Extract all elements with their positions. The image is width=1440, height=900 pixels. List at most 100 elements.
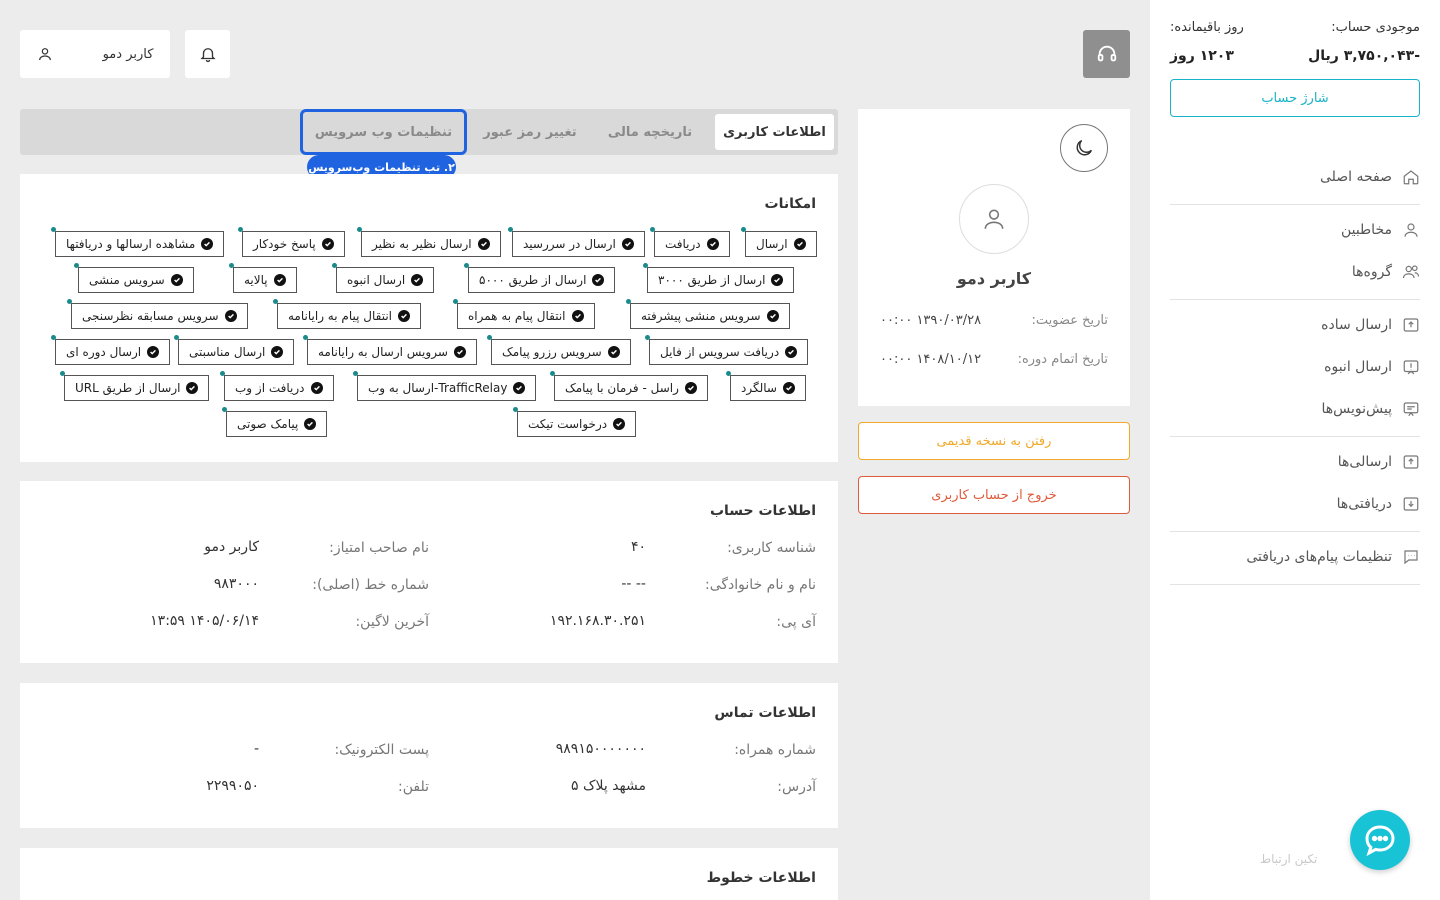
divider (1170, 299, 1420, 300)
status-dot (464, 263, 469, 268)
feature-chip: انتقال پیام به رایانامه (273, 299, 421, 329)
check-icon (186, 382, 199, 394)
ip-value: ۱۹۲.۱۶۸.۳۰.۲۵۱ (549, 613, 646, 629)
feature-chip: پالایه (229, 263, 297, 293)
feature-chip: راسل - فرمان با پیامک (550, 371, 708, 401)
feature-chip: سرویس منشی پیشرفته (626, 299, 790, 329)
check-icon (571, 310, 584, 322)
feature-chip-label: درخواست تیکت (528, 417, 608, 431)
days-label: روز باقیمانده: (1170, 20, 1244, 35)
tab-change-password[interactable]: تغییر رمز عبور (475, 114, 585, 150)
feature-chip: دریافت سرویس از فایل (645, 335, 809, 365)
last-login-label: آخرین لاگین: (355, 614, 429, 630)
feature-chip: درخواست تیکت (513, 407, 637, 437)
tab-user-info[interactable]: اطلاعات کاربری (715, 114, 834, 150)
days-value: ۱۲۰۳ روز (1170, 48, 1234, 64)
account-info-card: اطلاعات حساب شناسه کاربری: ۴۰ نام صاحب ا… (20, 481, 838, 663)
feature-chip: انتقال پیام به همراه (453, 299, 595, 329)
sidebar-item-label: ارسال انبوه (1324, 359, 1392, 375)
feature-chip-label: دریافت سرویس از فایل (660, 345, 780, 359)
tab-bar: اطلاعات کاربری تاریخچه مالی تغییر رمز عب… (20, 109, 838, 155)
email-value: - (253, 741, 259, 757)
status-dot (353, 371, 358, 376)
check-icon (224, 310, 237, 322)
feature-chip-label: ارسال از طریق ۳۰۰۰ (658, 273, 766, 287)
check-icon (477, 238, 490, 250)
feature-chip-label: ارسال (756, 237, 788, 251)
divider (1170, 531, 1420, 532)
balance-values: -۳,۷۵۰,۰۴۳ ریال ۱۲۰۳ روز (1170, 48, 1420, 64)
balance-labels: موجودی حساب: روز باقیمانده: (1170, 20, 1420, 35)
support-button[interactable] (1083, 30, 1130, 78)
sidebar-item-home[interactable]: صفحه اصلی (1190, 165, 1420, 189)
mobile-label: شماره همراه: (734, 742, 816, 758)
feature-chip-label: انتقال پیام به همراه (468, 309, 566, 323)
feature-chip: ارسال (741, 227, 817, 257)
sidebar-item-label: صفحه اصلی (1319, 169, 1392, 185)
notifications-button[interactable] (185, 30, 230, 78)
feature-chip-label: مشاهده ارسالها و دریافتها (66, 237, 196, 251)
sidebar-item-inbox[interactable]: دریافتی‌ها (1190, 492, 1420, 516)
outbox-icon (1403, 455, 1419, 469)
moon-icon (1076, 139, 1093, 156)
status-dot (332, 263, 337, 268)
user-icon (1404, 223, 1418, 237)
owner-label: نام صاحب امتیاز: (329, 540, 429, 556)
sidebar-item-label: گروه‌ها (1351, 264, 1392, 280)
line-label: شماره خط (اصلی): (312, 577, 429, 593)
member-since-value: ۱۳۹۰/۰۳/۲۸ ۰۰:۰۰ (880, 313, 982, 328)
status-dot (487, 335, 492, 340)
sidebar-item-outbox[interactable]: ارسالی‌ها (1190, 450, 1420, 474)
email-label: پست الکترونیک: (334, 742, 429, 758)
feature-chip: ارسال نظیر به نظیر (357, 227, 501, 257)
feature-chip: سرویس رزرو پیامک (487, 335, 631, 365)
sidebar-item-bulk-send[interactable]: ارسال انبوه (1190, 355, 1420, 379)
sidebar: موجودی حساب: روز باقیمانده: -۳,۷۵۰,۰۴۳ ر… (1150, 0, 1440, 900)
mobile-value: ۹۸۹۱۵۰۰۰۰۰۰۰ (555, 741, 646, 757)
check-icon (398, 310, 410, 322)
feature-chip: ارسال از طریق ۳۰۰۰ (643, 263, 795, 293)
feature-chip: پیامک صوتی (222, 407, 328, 437)
check-icon (592, 274, 605, 286)
sidebar-item-label: ارسال ساده (1321, 317, 1392, 333)
sidebar-item-label: پیش‌نویس‌ها (1321, 401, 1393, 417)
status-dot (273, 299, 278, 304)
users-icon (1402, 265, 1420, 279)
feature-chip-label: سرویس مسابقه نظرسنجی (82, 309, 219, 323)
check-icon (782, 382, 795, 394)
last-login-value: ۱۴۰۵/۰۶/۱۴ ۱۳:۵۹ (150, 613, 259, 629)
sidebar-item-simple-send[interactable]: ارسال ساده (1190, 313, 1420, 337)
sidebar-item-label: مخاطبین (1340, 222, 1392, 238)
dark-mode-toggle[interactable] (1060, 124, 1108, 172)
sidebar-item-contacts[interactable]: مخاطبین (1190, 218, 1420, 242)
charge-account-button[interactable]: شارژ حساب (1170, 79, 1420, 117)
sidebar-item-message-settings[interactable]: تنظیمات پیام‌های دریافتی (1190, 545, 1420, 569)
expiry-value: ۱۴۰۸/۱۰/۱۲ ۰۰:۰۰ (880, 352, 982, 367)
feature-chip: ارسال از طریق URL (60, 371, 210, 401)
check-icon (321, 238, 334, 250)
tab-financial-history[interactable]: تاریخچه مالی (595, 114, 705, 150)
feature-chip: پاسخ خودکار (238, 227, 345, 257)
status-dot (550, 371, 555, 376)
feature-chip: سالگرد (726, 371, 806, 401)
feature-chip-label: ارسال از طریق URL (75, 381, 181, 395)
logout-button[interactable]: خروج از حساب کاربری (858, 476, 1130, 514)
feature-chip: TrafficRelay-ارسال به وب (353, 371, 537, 401)
feature-chip-label: سرویس رزرو پیامک (502, 345, 602, 359)
check-icon (271, 346, 284, 358)
tab-web-service-settings[interactable]: تنظیمات وب سرویس (300, 109, 467, 155)
user-menu[interactable]: کاربر دمو (20, 30, 170, 78)
feature-chip: مشاهده ارسالها و دریافتها (51, 227, 225, 257)
check-icon (621, 238, 634, 250)
sidebar-item-drafts[interactable]: پیش‌نویس‌ها (1190, 397, 1420, 421)
feature-chip: ارسال انبوه (332, 263, 435, 293)
chat-button[interactable] (1350, 810, 1410, 870)
feature-chip-label: انتقال پیام به رایانامه (288, 309, 392, 323)
feature-chip: دریافت از وب (220, 371, 334, 401)
check-icon (793, 238, 806, 250)
status-dot (51, 335, 56, 340)
feature-chip-label: ارسال نظیر به نظیر (372, 237, 472, 251)
old-version-button[interactable]: رفتن به نسخه قدیمی (858, 422, 1130, 460)
sidebar-item-groups[interactable]: گروه‌ها (1190, 260, 1420, 284)
status-dot (303, 335, 308, 340)
